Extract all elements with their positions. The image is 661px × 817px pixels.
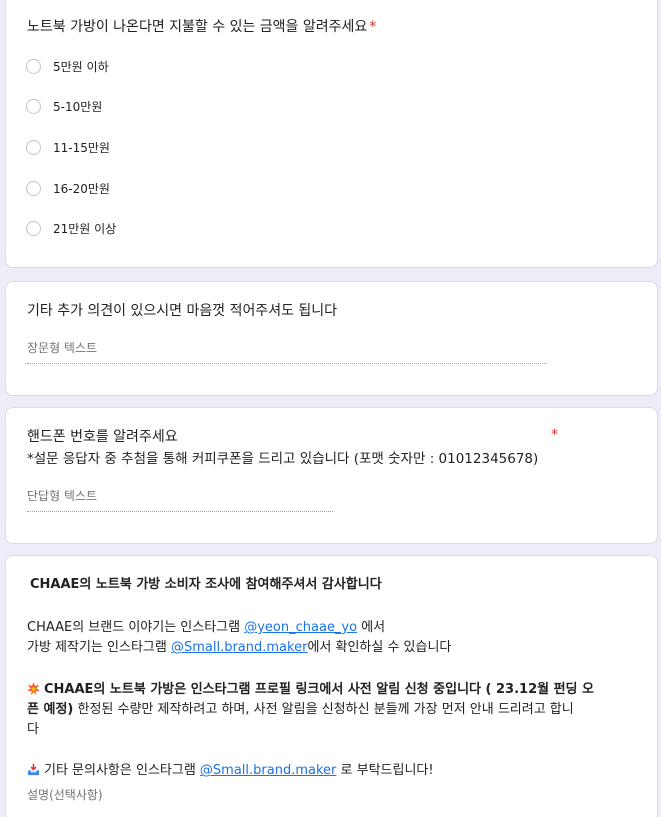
required-asterisk: * (369, 19, 377, 35)
radio-option-4[interactable]: 16-20만원 (26, 178, 110, 198)
radio-option-3[interactable]: 11-15만원 (26, 137, 110, 157)
question-subtitle: *설문 응답자 중 추첨을 통해 커피쿠폰을 드리고 있습니다 (포맷 숫자만 … (27, 451, 539, 467)
instagram-link-contact[interactable]: @Small.brand.maker (200, 763, 336, 778)
instagram-link-smallbrand[interactable]: @Small.brand.maker (171, 640, 307, 655)
question-title: 핸드폰 번호를 알려주세요 (27, 429, 178, 445)
short-answer-field[interactable]: 단답형 텍스트 (27, 487, 333, 512)
radio-option-5[interactable]: 21만원 이상 (26, 218, 116, 238)
option-label: 11-15만원 (53, 140, 110, 155)
instagram-link-yeon[interactable]: @yeon_chaae_yo (244, 620, 357, 635)
brand-story-suffix: 에서 (357, 620, 386, 635)
brand-story-line: CHAAE의 브랜드 이야기는 인스타그램 @yeon_chaae_yo 에서 (27, 618, 385, 638)
option-label: 5-10만원 (53, 99, 103, 114)
radio-button[interactable] (26, 139, 41, 155)
question-title-text: 노트북 가방이 나온다면 지불할 수 있는 금액을 알려주세요 (27, 19, 368, 35)
contact-suffix: 로 부탁드립니다! (336, 763, 434, 778)
notice-text-2: 한정된 수량만 제작하려고 하며, 사전 알림을 신청하신 분들께 가장 먼저 … (73, 702, 574, 717)
radio-button[interactable] (26, 58, 41, 74)
question-card-comment: 기타 추가 의견이 있으시면 마음껏 적어주셔도 됩니다 장문형 텍스트 (5, 281, 658, 396)
question-title: 노트북 가방이 나온다면 지불할 수 있는 금액을 알려주세요 * (27, 17, 376, 37)
collision-icon (27, 682, 40, 695)
making-story-line: 가방 제작기는 인스타그램 @Small.brand.maker에서 확인하실 … (27, 638, 451, 658)
option-label: 16-20만원 (53, 181, 110, 196)
notice-line-3: 다 (27, 722, 39, 737)
description-card: CHAAE의 노트북 가방 소비자 조사에 참여해주셔서 감사합니다 CHAAE… (5, 555, 658, 817)
notice-bold-1: CHAAE의 노트북 가방은 인스타그램 프로필 링크에서 사전 알림 신청 중… (44, 682, 595, 697)
description-placeholder[interactable]: 설명(선택사항) (27, 785, 103, 805)
option-label: 5만원 이하 (53, 59, 109, 74)
required-asterisk: * (551, 427, 558, 443)
notice-line-2: 픈 예정) 한정된 수량만 제작하려고 하며, 사전 알림을 신청하신 분들께 … (27, 700, 574, 720)
making-story-suffix: 에서 확인하실 수 있습니다 (307, 640, 452, 655)
notice-bold-2: 픈 예정) (27, 702, 74, 717)
question-title: 기타 추가 의견이 있으시면 마음껏 적어주셔도 됩니다 (27, 303, 338, 319)
radio-button[interactable] (26, 98, 41, 114)
brand-story-prefix: CHAAE의 브랜드 이야기는 인스타그램 (27, 620, 245, 635)
making-story-prefix: 가방 제작기는 인스타그램 (27, 640, 171, 655)
contact-line: 기타 문의사항은 인스타그램 @Small.brand.maker 로 부탁드립… (27, 761, 434, 781)
radio-button[interactable] (26, 180, 41, 196)
inbox-tray-icon (27, 763, 40, 776)
radio-option-1[interactable]: 5만원 이하 (26, 56, 109, 76)
form-page: 노트북 가방이 나온다면 지불할 수 있는 금액을 알려주세요 * 5만원 이하 … (0, 0, 661, 817)
radio-option-2[interactable]: 5-10만원 (26, 96, 102, 116)
thanks-heading: CHAAE의 노트북 가방 소비자 조사에 참여해주셔서 감사합니다 (30, 577, 382, 592)
option-label: 21만원 이상 (53, 221, 117, 236)
contact-prefix: 기타 문의사항은 인스타그램 (44, 763, 200, 778)
question-card-budget: 노트북 가방이 나온다면 지불할 수 있는 금액을 알려주세요 * 5만원 이하 … (5, 0, 658, 268)
radio-button[interactable] (26, 220, 41, 236)
long-answer-field[interactable]: 장문형 텍스트 (27, 339, 547, 364)
notice-line-1: CHAAE의 노트북 가방은 인스타그램 프로필 링크에서 사전 알림 신청 중… (27, 680, 594, 700)
question-card-phone: 핸드폰 번호를 알려주세요 * *설문 응답자 중 추첨을 통해 커피쿠폰을 드… (5, 407, 658, 544)
